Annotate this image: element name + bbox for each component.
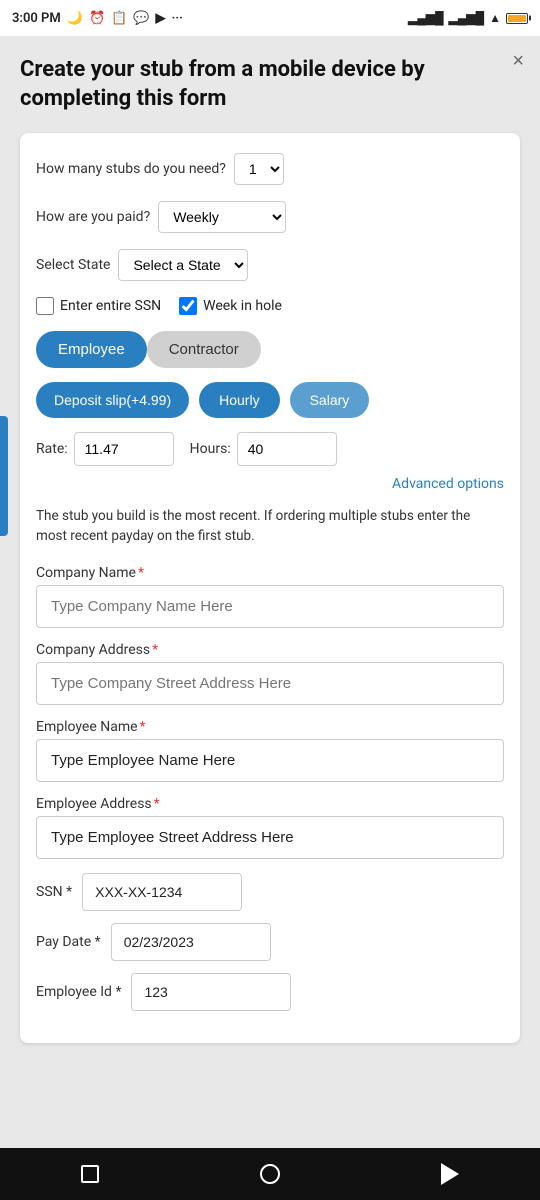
hours-label: Hours: bbox=[190, 441, 231, 457]
deposit-slip-button[interactable]: Deposit slip(+4.99) bbox=[36, 382, 189, 418]
state-select[interactable]: Select a State Alabama Alaska Arizona Ca… bbox=[118, 249, 248, 281]
company-name-input[interactable] bbox=[36, 585, 504, 628]
triangle-icon bbox=[441, 1163, 459, 1185]
status-left: 3:00 PM 🌙 ⏰ 📋 💬 ▶ ··· bbox=[12, 11, 183, 26]
state-row: Select State Select a State Alabama Alas… bbox=[36, 249, 504, 281]
modal-container: × Create your stub from a mobile device … bbox=[0, 36, 540, 1200]
salary-button[interactable]: Salary bbox=[290, 382, 370, 418]
form-card: How many stubs do you need? 1 2 3 4 5 Ho… bbox=[20, 133, 520, 1043]
rate-group: Rate: bbox=[36, 432, 174, 466]
ssn-input[interactable] bbox=[82, 873, 242, 911]
status-right: ▂▄▆█ ▂▄▆█ ▲ bbox=[408, 11, 528, 25]
employee-id-input[interactable] bbox=[131, 973, 291, 1011]
signal1-icon: ▂▄▆█ bbox=[408, 11, 443, 25]
ssn-field-row: SSN * bbox=[36, 873, 504, 911]
circle-nav-button[interactable] bbox=[256, 1160, 284, 1188]
paid-label: How are you paid? bbox=[36, 209, 150, 225]
rate-input[interactable] bbox=[74, 432, 174, 466]
week-checkbox-item: Week in hole bbox=[179, 297, 282, 315]
company-address-input[interactable] bbox=[36, 662, 504, 705]
battery-icon bbox=[506, 13, 528, 24]
stubs-select[interactable]: 1 2 3 4 5 bbox=[234, 153, 284, 185]
employee-name-input[interactable] bbox=[36, 739, 504, 782]
ssn-checkbox-item: Enter entire SSN bbox=[36, 297, 161, 315]
stubs-row: How many stubs do you need? 1 2 3 4 5 bbox=[36, 153, 504, 185]
hours-input[interactable] bbox=[237, 432, 337, 466]
arrow-icon: ▶ bbox=[156, 11, 166, 26]
ssn-inline-label: SSN * bbox=[36, 884, 72, 900]
employee-id-field-row: Employee Id * bbox=[36, 973, 504, 1011]
modal-title: Create your stub from a mobile device by… bbox=[20, 56, 520, 113]
wifi-icon: ▲ bbox=[489, 11, 501, 25]
employee-name-section: Employee Name* bbox=[36, 719, 504, 782]
employee-address-label: Employee Address* bbox=[36, 796, 504, 812]
square-icon bbox=[81, 1165, 99, 1183]
ssn-checkbox-label: Enter entire SSN bbox=[60, 298, 161, 314]
company-name-section: Company Name* bbox=[36, 565, 504, 628]
hours-group: Hours: bbox=[190, 432, 337, 466]
rate-hours-row: Rate: Hours: bbox=[36, 432, 504, 466]
stubs-label: How many stubs do you need? bbox=[36, 161, 226, 177]
signal2-icon: ▂▄▆█ bbox=[449, 11, 484, 25]
paid-row: How are you paid? Weekly Bi-Weekly Semi-… bbox=[36, 201, 504, 233]
paid-select[interactable]: Weekly Bi-Weekly Semi-Monthly Monthly bbox=[158, 201, 286, 233]
nav-bar bbox=[0, 1148, 540, 1200]
employee-button[interactable]: Employee bbox=[36, 331, 147, 368]
circle-icon bbox=[260, 1164, 280, 1184]
notes-icon: 📋 bbox=[111, 11, 127, 26]
advanced-options-anchor[interactable]: Advanced options bbox=[392, 476, 504, 492]
close-button[interactable]: × bbox=[512, 50, 524, 73]
week-checkbox-label: Week in hole bbox=[203, 298, 282, 314]
employee-address-input[interactable] bbox=[36, 816, 504, 859]
employee-name-label: Employee Name* bbox=[36, 719, 504, 735]
employee-id-inline-label: Employee Id * bbox=[36, 984, 121, 1000]
time-display: 3:00 PM bbox=[12, 11, 61, 26]
pay-date-inline-label: Pay Date * bbox=[36, 934, 101, 950]
advanced-options-link[interactable]: Advanced options bbox=[36, 474, 504, 492]
employee-contractor-group: Employee Contractor bbox=[36, 331, 504, 368]
hourly-button[interactable]: Hourly bbox=[199, 382, 279, 418]
pay-date-input[interactable] bbox=[111, 923, 271, 961]
info-text: The stub you build is the most recent. I… bbox=[36, 506, 504, 547]
blue-accent bbox=[0, 416, 8, 536]
company-address-section: Company Address* bbox=[36, 642, 504, 705]
alarm-icon: ⏰ bbox=[89, 11, 105, 26]
checkbox-row: Enter entire SSN Week in hole bbox=[36, 297, 504, 315]
triangle-nav-button[interactable] bbox=[436, 1160, 464, 1188]
company-name-label: Company Name* bbox=[36, 565, 504, 581]
company-address-label: Company Address* bbox=[36, 642, 504, 658]
pay-date-field-row: Pay Date * bbox=[36, 923, 504, 961]
week-checkbox[interactable] bbox=[179, 297, 197, 315]
more-icon: ··· bbox=[172, 11, 183, 26]
status-bar: 3:00 PM 🌙 ⏰ 📋 💬 ▶ ··· ▂▄▆█ ▂▄▆█ ▲ bbox=[0, 0, 540, 36]
pay-options-row: Deposit slip(+4.99) Hourly Salary bbox=[36, 382, 504, 418]
contractor-button[interactable]: Contractor bbox=[147, 331, 261, 368]
moon-icon: 🌙 bbox=[67, 11, 83, 26]
messenger-icon: 💬 bbox=[133, 11, 149, 26]
state-label: Select State bbox=[36, 257, 110, 273]
rate-label: Rate: bbox=[36, 441, 68, 457]
ssn-checkbox[interactable] bbox=[36, 297, 54, 315]
employee-address-section: Employee Address* bbox=[36, 796, 504, 859]
square-nav-button[interactable] bbox=[76, 1160, 104, 1188]
